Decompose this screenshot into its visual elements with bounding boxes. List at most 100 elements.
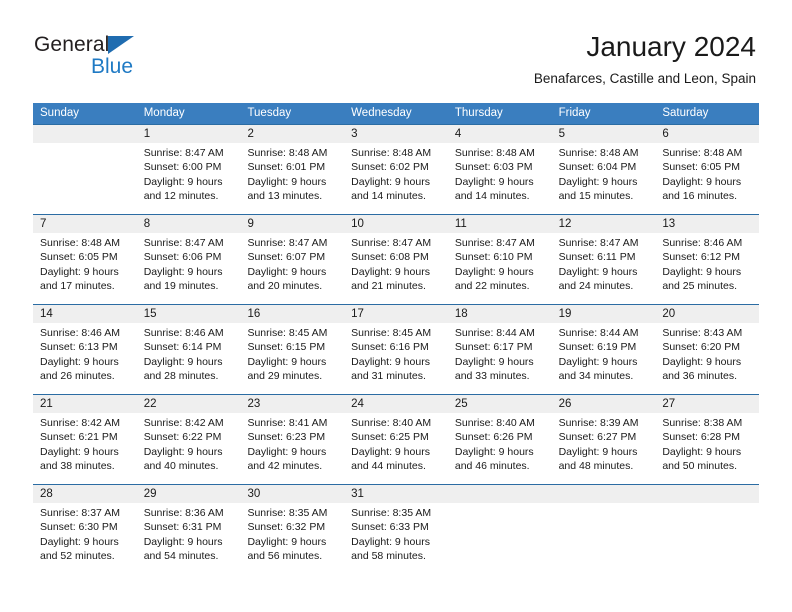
page-header: General Blue January 2024 Benafarces, Ca… — [0, 0, 792, 100]
day-cell[interactable] — [448, 503, 552, 574]
daylight-text-line2: and 31 minutes. — [351, 369, 426, 382]
day-cell[interactable]: Sunrise: 8:46 AM Sunset: 6:12 PM Dayligh… — [655, 233, 759, 304]
day-number[interactable]: 17 — [344, 305, 448, 323]
daylight-text-line2: and 25 minutes. — [662, 279, 738, 292]
day-cell[interactable]: Sunrise: 8:46 AM Sunset: 6:13 PM Dayligh… — [33, 323, 137, 394]
sunset-text: Sunset: 6:21 PM — [40, 431, 118, 444]
day-cell[interactable]: Sunrise: 8:48 AM Sunset: 6:01 PM Dayligh… — [240, 143, 344, 214]
sunset-text: Sunset: 6:25 PM — [351, 431, 429, 444]
day-number[interactable]: 2 — [240, 125, 344, 143]
day-number[interactable]: 10 — [344, 215, 448, 233]
daylight-text-line2: and 44 minutes. — [351, 459, 426, 472]
week-row: 21 22 23 24 25 26 27 Sunrise: 8:42 AM Su… — [33, 394, 759, 484]
weekday-header-saturday: Saturday — [662, 107, 709, 119]
day-number[interactable]: 7 — [33, 215, 137, 233]
day-cell[interactable]: Sunrise: 8:39 AM Sunset: 6:27 PM Dayligh… — [552, 413, 656, 484]
sunset-text: Sunset: 6:01 PM — [247, 161, 326, 174]
day-cell[interactable]: Sunrise: 8:35 AM Sunset: 6:32 PM Dayligh… — [240, 503, 344, 574]
day-cell[interactable]: Sunrise: 8:42 AM Sunset: 6:22 PM Dayligh… — [137, 413, 241, 484]
daylight-text-line1: Daylight: 9 hours — [351, 445, 430, 458]
sunset-text: Sunset: 6:26 PM — [454, 431, 533, 444]
day-number[interactable]: 1 — [137, 125, 241, 143]
sunrise-text: Sunrise: 8:35 AM — [247, 507, 328, 519]
day-number[interactable]: 18 — [448, 305, 552, 323]
day-number[interactable]: 8 — [137, 215, 241, 233]
day-number[interactable]: 4 — [448, 125, 552, 143]
sunset-text: Sunset: 6:06 PM — [143, 251, 222, 264]
day-cell[interactable]: Sunrise: 8:46 AM Sunset: 6:14 PM Dayligh… — [137, 323, 241, 394]
day-cell[interactable]: Sunrise: 8:47 AM Sunset: 6:11 PM Dayligh… — [552, 233, 656, 304]
day-number[interactable]: 15 — [137, 305, 241, 323]
day-cell[interactable]: Sunrise: 8:47 AM Sunset: 6:07 PM Dayligh… — [240, 233, 344, 304]
day-number[interactable] — [552, 485, 656, 503]
day-number[interactable]: 31 — [344, 485, 448, 503]
week-detail-strip: Sunrise: 8:37 AM Sunset: 6:30 PM Dayligh… — [33, 503, 759, 574]
day-cell[interactable]: Sunrise: 8:47 AM Sunset: 6:06 PM Dayligh… — [137, 233, 241, 304]
day-cell[interactable]: Sunrise: 8:42 AM Sunset: 6:21 PM Dayligh… — [33, 413, 137, 484]
sunset-text: Sunset: 6:19 PM — [558, 341, 637, 354]
sunset-text: Sunset: 6:20 PM — [662, 341, 740, 354]
day-cell[interactable]: Sunrise: 8:40 AM Sunset: 6:25 PM Dayligh… — [344, 413, 448, 484]
daylight-text-line2: and 42 minutes. — [247, 459, 323, 472]
daylight-text-line1: Daylight: 9 hours — [454, 355, 534, 368]
day-cell[interactable]: Sunrise: 8:45 AM Sunset: 6:16 PM Dayligh… — [344, 323, 448, 394]
daylight-text-line1: Daylight: 9 hours — [351, 355, 430, 368]
day-cell[interactable]: Sunrise: 8:48 AM Sunset: 6:02 PM Dayligh… — [344, 143, 448, 214]
day-number[interactable]: 11 — [448, 215, 552, 233]
day-number[interactable]: 26 — [552, 395, 656, 413]
week-row: 1 2 3 4 5 6 Sunrise: 8:47 AM Sunset: 6:0… — [33, 124, 759, 214]
day-number[interactable]: 6 — [655, 125, 759, 143]
day-number[interactable]: 30 — [240, 485, 344, 503]
day-number[interactable] — [655, 485, 759, 503]
day-number[interactable]: 22 — [137, 395, 241, 413]
sunrise-text: Sunrise: 8:42 AM — [40, 417, 120, 429]
general-blue-logo: General Blue — [34, 34, 184, 84]
day-number[interactable] — [33, 125, 137, 143]
day-cell[interactable]: Sunrise: 8:41 AM Sunset: 6:23 PM Dayligh… — [240, 413, 344, 484]
day-cell[interactable]: Sunrise: 8:48 AM Sunset: 6:05 PM Dayligh… — [655, 143, 759, 214]
day-cell[interactable] — [552, 503, 656, 574]
day-cell[interactable]: Sunrise: 8:43 AM Sunset: 6:20 PM Dayligh… — [655, 323, 759, 394]
day-cell[interactable]: Sunrise: 8:40 AM Sunset: 6:26 PM Dayligh… — [448, 413, 552, 484]
day-number[interactable]: 3 — [344, 125, 448, 143]
day-cell[interactable]: Sunrise: 8:36 AM Sunset: 6:31 PM Dayligh… — [137, 503, 241, 574]
day-number[interactable]: 12 — [552, 215, 656, 233]
day-number[interactable]: 27 — [655, 395, 759, 413]
day-number[interactable]: 19 — [552, 305, 656, 323]
day-number[interactable]: 24 — [344, 395, 448, 413]
daylight-text-line1: Daylight: 9 hours — [558, 265, 638, 278]
day-number[interactable]: 21 — [33, 395, 137, 413]
day-number[interactable]: 29 — [137, 485, 241, 503]
day-cell[interactable]: Sunrise: 8:44 AM Sunset: 6:17 PM Dayligh… — [448, 323, 552, 394]
daylight-text-line2: and 29 minutes. — [247, 369, 323, 382]
daylight-text-line2: and 50 minutes. — [662, 459, 738, 472]
day-cell[interactable]: Sunrise: 8:35 AM Sunset: 6:33 PM Dayligh… — [344, 503, 448, 574]
day-cell[interactable]: Sunrise: 8:37 AM Sunset: 6:30 PM Dayligh… — [33, 503, 137, 574]
day-cell[interactable]: Sunrise: 8:47 AM Sunset: 6:00 PM Dayligh… — [137, 143, 241, 214]
day-number[interactable]: 5 — [552, 125, 656, 143]
day-number[interactable]: 16 — [240, 305, 344, 323]
day-cell[interactable] — [33, 143, 137, 214]
day-number[interactable]: 25 — [448, 395, 552, 413]
day-cell[interactable]: Sunrise: 8:44 AM Sunset: 6:19 PM Dayligh… — [552, 323, 656, 394]
day-cell[interactable]: Sunrise: 8:48 AM Sunset: 6:05 PM Dayligh… — [33, 233, 137, 304]
day-number[interactable] — [448, 485, 552, 503]
sunset-text: Sunset: 6:15 PM — [247, 341, 326, 354]
sunrise-text: Sunrise: 8:46 AM — [40, 327, 120, 339]
day-cell[interactable]: Sunrise: 8:47 AM Sunset: 6:10 PM Dayligh… — [448, 233, 552, 304]
day-cell[interactable]: Sunrise: 8:47 AM Sunset: 6:08 PM Dayligh… — [344, 233, 448, 304]
day-cell[interactable] — [655, 503, 759, 574]
day-number[interactable]: 14 — [33, 305, 137, 323]
sunrise-text: Sunrise: 8:41 AM — [247, 417, 328, 429]
day-cell[interactable]: Sunrise: 8:48 AM Sunset: 6:03 PM Dayligh… — [448, 143, 552, 214]
day-number[interactable]: 9 — [240, 215, 344, 233]
day-number[interactable]: 28 — [33, 485, 137, 503]
day-number[interactable]: 23 — [240, 395, 344, 413]
day-cell[interactable]: Sunrise: 8:45 AM Sunset: 6:15 PM Dayligh… — [240, 323, 344, 394]
logo-text-general: General — [34, 33, 110, 56]
day-cell[interactable]: Sunrise: 8:38 AM Sunset: 6:28 PM Dayligh… — [655, 413, 759, 484]
sunrise-text: Sunrise: 8:48 AM — [351, 147, 432, 159]
day-number[interactable]: 20 — [655, 305, 759, 323]
day-cell[interactable]: Sunrise: 8:48 AM Sunset: 6:04 PM Dayligh… — [552, 143, 656, 214]
day-number[interactable]: 13 — [655, 215, 759, 233]
